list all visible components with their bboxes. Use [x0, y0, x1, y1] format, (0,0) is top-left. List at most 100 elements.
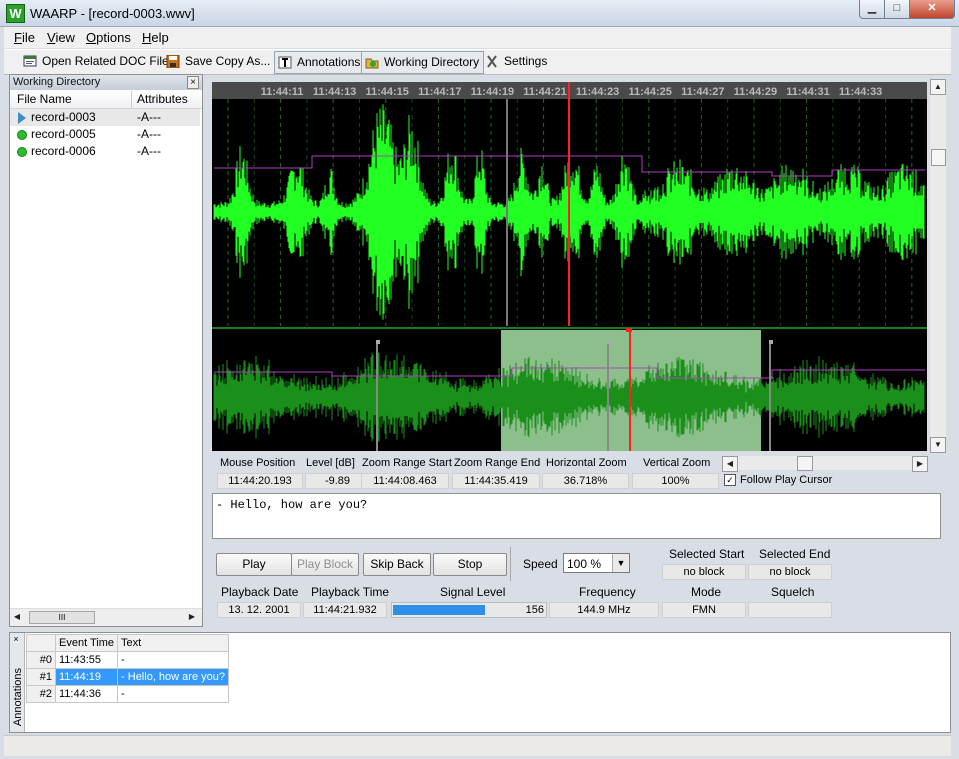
vertical-scrollbar[interactable]: ▲ ▼ [930, 79, 946, 453]
v-zoom-value: 100% [632, 473, 719, 489]
annotations-side-label: Annotations [12, 667, 24, 727]
maximize-button[interactable]: □ [884, 0, 910, 19]
timeline-tick-label: 11:44:13 [313, 86, 356, 98]
squelch-value [748, 602, 832, 618]
timeline-tick-label: 11:44:19 [471, 86, 514, 98]
corner-cell [26, 634, 56, 652]
table-row[interactable]: #1 11:44:19 - Hello, how are you? [26, 668, 230, 686]
waveform-view[interactable]: 11:44:11 11:44:13 11:44:15 11:44:17 11:44:19… [212, 82, 927, 451]
menu-file[interactable]: File [14, 30, 35, 45]
speed-select[interactable]: 100 % ▼ [563, 553, 630, 573]
zoom-start-value: 11:44:08.463 [361, 473, 449, 489]
annotations-table: Event Time Text #0 11:43:55 - #1 11:44:1… [26, 634, 230, 703]
marker-handle [607, 340, 611, 344]
file-row[interactable]: record-0003 -A--- [10, 109, 200, 126]
save-copy-button[interactable]: Save Copy As... [163, 51, 274, 72]
scroll-left-icon[interactable]: ◀ [722, 456, 738, 472]
marker-handle [376, 340, 380, 344]
scroll-left-icon[interactable]: ◀ [11, 610, 23, 623]
zoom-start-label: Zoom Range Start [362, 457, 452, 469]
zoom-end-value: 11:44:35.419 [452, 473, 540, 489]
panel-caption: Working Directory × [10, 75, 202, 90]
scroll-thumb[interactable] [931, 149, 946, 166]
horizontal-zoom-scrollbar[interactable]: ◀ ▶ [722, 456, 928, 472]
tools-icon [487, 55, 497, 68]
h-zoom-label: Horizontal Zoom [546, 457, 627, 469]
play-block-button[interactable]: Play Block [291, 553, 359, 576]
waveform-canvas[interactable]: 11:44:11 11:44:13 11:44:15 11:44:17 11:44:19… [212, 82, 927, 451]
column-divider[interactable] [131, 91, 132, 108]
table-row[interactable]: #0 11:43:55 - [26, 651, 230, 669]
playback-date-value: 13. 12. 2001 [217, 602, 301, 618]
minimize-button[interactable]: ▁ [859, 0, 885, 19]
timeline-tick-label: 11:44:31 [786, 86, 829, 98]
skip-back-button[interactable]: Skip Back [363, 553, 431, 576]
settings-button[interactable]: Settings [482, 51, 551, 72]
horizontal-scrollbar[interactable]: ◀ III ▶ [10, 608, 202, 626]
menu-help[interactable]: Help [142, 30, 169, 45]
column-event-time[interactable]: Event Time [54, 634, 119, 652]
zoom-end-label: Zoom Range End [454, 457, 541, 469]
timeline-tick-label: 11:44:29 [734, 86, 777, 98]
stop-button[interactable]: Stop [433, 553, 507, 576]
annotations-toggle[interactable]: Annotations [274, 51, 366, 74]
checkbox-checked-icon[interactable]: ✓ [724, 474, 736, 487]
scroll-up-icon[interactable]: ▲ [930, 79, 946, 95]
frequency-value: 144.9 MHz [549, 602, 659, 618]
chevron-down-icon[interactable]: ▼ [612, 554, 629, 572]
working-directory-panel: Working Directory × File Name Attributes… [9, 74, 203, 627]
status-ok-icon [17, 130, 27, 140]
frequency-label: Frequency [579, 585, 636, 599]
table-row[interactable]: #2 11:44:36 - [26, 685, 230, 703]
signal-level-fill [393, 605, 485, 615]
follow-cursor-checkbox[interactable]: ✓ Follow Play Cursor [724, 474, 832, 487]
close-button[interactable]: ✕ [909, 0, 955, 19]
status-ok-icon [17, 147, 27, 157]
scroll-thumb[interactable] [797, 456, 813, 471]
app-icon: W [6, 4, 25, 23]
scroll-right-icon[interactable]: ▶ [186, 610, 198, 623]
annotations-side-tab: × Annotations [10, 633, 25, 732]
text-tool-icon [278, 56, 292, 69]
signal-level-value: 156 [525, 604, 544, 616]
playback-date-label: Playback Date [221, 585, 299, 599]
selected-end-value: no block [748, 564, 832, 580]
close-icon[interactable]: × [187, 76, 199, 89]
working-directory-toggle[interactable]: Working Directory [361, 51, 485, 74]
app-window: W WAARP - [record-0003.wwv] ▁ □ ✕ File V… [0, 0, 959, 759]
timeline-tick-label: 11:44:17 [418, 86, 461, 98]
status-bar [4, 735, 951, 756]
selected-end-label: Selected End [759, 547, 831, 561]
column-attributes[interactable]: Attributes [137, 92, 188, 107]
scroll-thumb[interactable]: III [29, 611, 95, 624]
menu-options[interactable]: Options [86, 30, 131, 45]
file-row[interactable]: record-0005 -A--- [10, 126, 200, 143]
title-bar[interactable]: W WAARP - [record-0003.wwv] ▁ □ ✕ [0, 0, 959, 27]
timeline-tick-label: 11:44:33 [839, 86, 882, 98]
menu-view[interactable]: View [47, 30, 75, 45]
mouse-position-label: Mouse Position [220, 457, 296, 469]
file-row[interactable]: record-0006 -A--- [10, 143, 200, 160]
mode-value: FMN [662, 602, 746, 618]
document-icon [23, 55, 37, 67]
scroll-right-icon[interactable]: ▶ [912, 456, 928, 472]
signal-level-label: Signal Level [440, 585, 506, 599]
play-indicator-icon [18, 112, 26, 124]
scroll-down-icon[interactable]: ▼ [930, 437, 946, 453]
timeline-tick-label: 11:44:21 [523, 86, 566, 98]
save-icon [166, 55, 180, 68]
open-doc-button[interactable]: Open Related DOC File [20, 51, 173, 72]
level-label: Level [dB] [306, 457, 355, 469]
mode-label: Mode [691, 585, 722, 599]
column-text[interactable]: Text [117, 634, 230, 652]
annotation-text-editor[interactable]: - Hello, how are you? [212, 493, 941, 539]
selected-start-label: Selected Start [669, 547, 745, 561]
folder-icon [365, 58, 379, 69]
playback-time-label: Playback Time [311, 585, 390, 599]
table-header-row: Event Time Text [26, 634, 230, 652]
play-button[interactable]: Play [216, 553, 292, 576]
cursor-handle [626, 328, 632, 332]
column-file-name[interactable]: File Name [17, 92, 72, 107]
squelch-label: Squelch [771, 585, 815, 599]
close-icon[interactable]: × [11, 634, 21, 644]
